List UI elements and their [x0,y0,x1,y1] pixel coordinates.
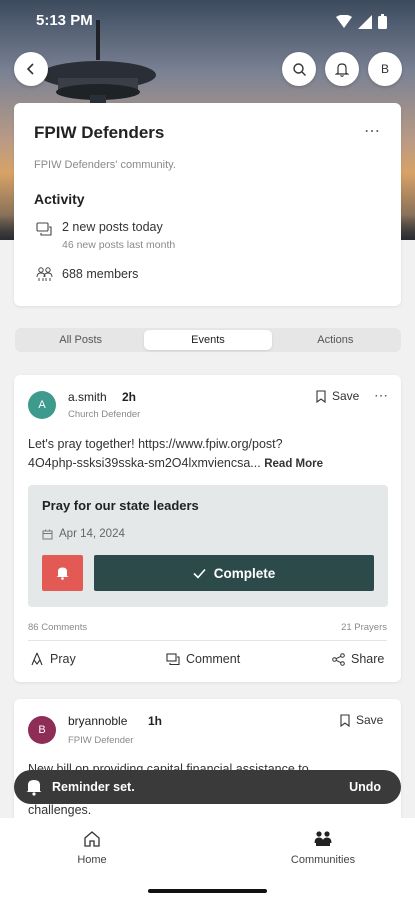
community-more-icon[interactable]: ⋯ [364,121,381,141]
save-button[interactable]: Save [340,713,383,727]
snackbar-message: Reminder set. [52,780,135,794]
comments-count[interactable]: 86 Comments [28,622,87,633]
post-time: 1h [148,714,163,728]
post-author[interactable]: bryannoble [68,714,127,728]
profile-initial: B [380,62,389,76]
post-text-line-1: Let's pray together! https://www.fpiw.or… [28,437,283,451]
comment-button[interactable]: Comment [166,652,240,666]
prayers-count[interactable]: 21 Prayers [341,622,387,633]
event-title: Pray for our state leaders [42,498,199,513]
post-text: Let's pray together! https://www.fpiw.or… [28,435,393,474]
reminder-button[interactable] [42,555,83,591]
members-count: 688 members [62,267,139,281]
chevron-left-icon [26,63,34,75]
tab-actions[interactable]: Actions [272,330,399,350]
community-name: FPIW Defenders [34,123,165,142]
pray-label: Pray [50,652,76,666]
nav-communities-label: Communities [290,854,356,866]
post-text-line-2: 4O4php-ssksi39sska-sm2O4lxmviencsa... [28,456,261,470]
status-time: 5:13 PM [36,12,93,29]
nav-home[interactable]: Home [52,828,132,872]
activity-heading: Activity [34,191,85,207]
notifications-button[interactable] [325,52,359,86]
posts-today: 2 new posts today [62,220,163,234]
complete-button[interactable]: Complete [94,555,374,591]
save-label: Save [332,389,360,403]
avatar[interactable]: A [28,391,56,419]
event-date: Apr 14, 2024 [42,528,125,540]
tab-all-posts[interactable]: All Posts [17,330,144,350]
members-icon [36,267,53,281]
event-card[interactable]: Pray for our state leaders Apr 14, 2024 … [28,485,388,607]
comment-icon [166,652,180,665]
back-button[interactable] [14,52,48,86]
comment-label: Comment [186,652,241,666]
save-button[interactable]: Save [316,389,359,403]
share-icon [332,652,345,666]
bell-icon [26,780,42,796]
post-filter-tabs: All Posts Events Actions [15,328,401,352]
posts-icon [36,222,52,236]
post-author-role: Church Defender [68,409,141,420]
snackbar: Reminder set. Undo [14,770,401,804]
bookmark-icon [316,389,326,403]
divider [28,640,387,641]
save-label: Save [356,713,384,727]
bookmark-icon [340,713,350,727]
post-time: 2h [122,390,137,404]
tab-events[interactable]: Events [144,330,272,350]
share-button[interactable]: Share [332,652,384,666]
share-label: Share [351,652,385,666]
wifi-icon [336,14,352,28]
search-icon [292,62,306,76]
home-icon [84,831,100,847]
home-indicator[interactable] [148,889,267,893]
post-card: A a.smith 2h Church Defender Save ⋯ Let'… [14,375,401,682]
calendar-icon [42,529,53,539]
battery-icon [378,14,387,29]
checkmark-icon [193,568,206,579]
post-author[interactable]: a.smith [68,390,107,404]
posts-last-month: 46 new posts last month [62,239,176,251]
nav-home-label: Home [77,854,107,866]
complete-label: Complete [213,565,276,581]
read-more-link[interactable]: Read More [264,458,323,470]
profile-button[interactable]: B [368,52,402,86]
avatar[interactable]: B [28,716,56,744]
bell-icon [56,567,69,580]
nav-communities[interactable]: Communities [278,828,368,872]
bell-icon [335,62,349,77]
post-more-icon[interactable]: ⋯ [374,387,388,404]
bottom-navigation: Home Communities [0,818,415,900]
status-bar: 5:13 PM [0,10,415,36]
community-description: FPIW Defenders' community. [34,159,176,171]
post-author-role: FPIW Defender [68,735,134,746]
praying-hands-icon [31,652,43,666]
community-info-card: FPIW Defenders ⋯ FPIW Defenders' communi… [14,103,401,306]
communities-icon [314,831,332,846]
undo-button[interactable]: Undo [349,780,381,794]
cell-signal-icon [358,14,372,29]
pray-button[interactable]: Pray [30,652,76,666]
search-button[interactable] [282,52,316,86]
event-date-text: Apr 14, 2024 [59,528,125,540]
